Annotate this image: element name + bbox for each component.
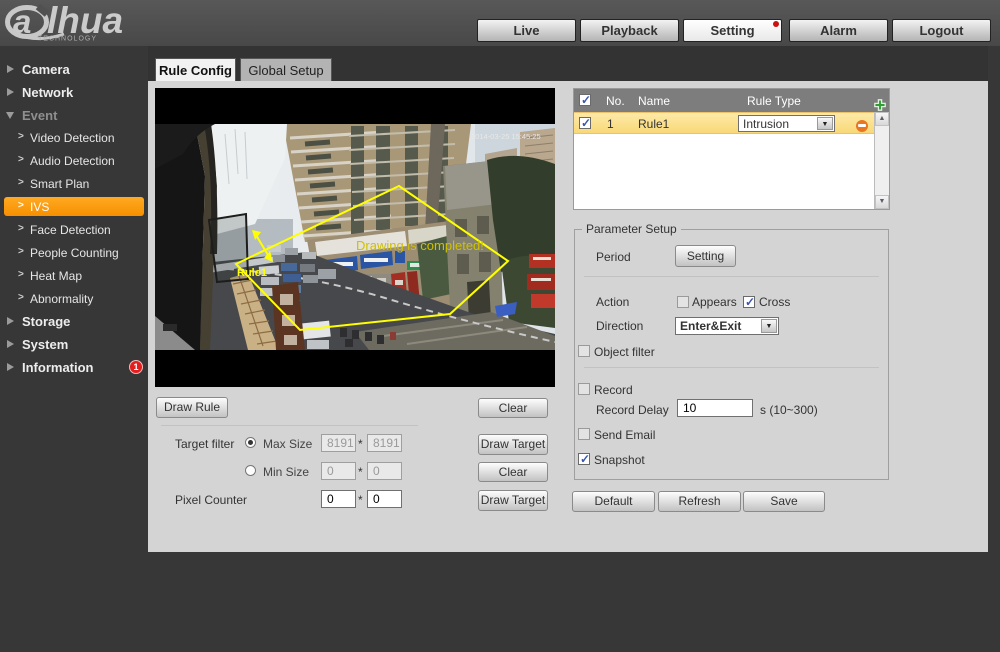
- svg-text:2014-03-25 15:45:25: 2014-03-25 15:45:25: [471, 132, 541, 141]
- svg-text:Drawing is completed!: Drawing is completed!: [356, 238, 484, 253]
- svg-text:TECHNOLOGY: TECHNOLOGY: [38, 36, 97, 43]
- svg-text:Rule1: Rule1: [237, 267, 267, 279]
